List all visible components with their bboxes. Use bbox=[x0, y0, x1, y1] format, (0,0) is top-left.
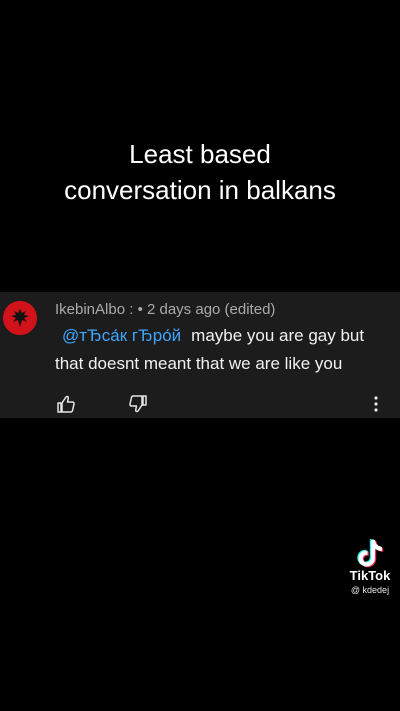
comment-meta: IkebinAlbo : • 2 days ago (edited) bbox=[55, 301, 275, 318]
tiktok-logo-icon bbox=[357, 539, 384, 568]
albanian-eagle-icon bbox=[3, 301, 37, 335]
comment-text-line-2: that doesnt meant that we are like you bbox=[55, 354, 343, 373]
tiktok-handle: @ kdedej bbox=[350, 585, 390, 595]
comment-text-part-1: maybe you are gay but bbox=[191, 326, 365, 345]
dislike-button[interactable] bbox=[128, 394, 148, 414]
caption-text: Least based conversation in balkans bbox=[0, 136, 400, 208]
more-vertical-icon bbox=[374, 396, 378, 412]
avatar[interactable] bbox=[3, 301, 37, 335]
meta-separator: : • bbox=[125, 301, 147, 318]
caption-line-2: conversation in balkans bbox=[64, 175, 336, 205]
comment-author[interactable]: IkebinAlbo bbox=[55, 301, 125, 318]
thumbs-down-icon bbox=[129, 395, 147, 413]
tiktok-brand: TikTok bbox=[349, 568, 391, 583]
like-button[interactable] bbox=[56, 394, 76, 414]
comment-card: IkebinAlbo : • 2 days ago (edited) @тЂса… bbox=[0, 292, 400, 418]
mention-link[interactable]: @тЂса́к гЂро́й bbox=[62, 326, 181, 345]
more-options-button[interactable] bbox=[364, 394, 388, 414]
video-frame: Least based conversation in balkans Ikeb… bbox=[0, 0, 400, 711]
comment-text-line-1: @тЂса́к гЂро́й maybe you are gay but bbox=[62, 326, 364, 346]
caption-line-1: Least based bbox=[129, 139, 271, 169]
tiktok-watermark: TikTok @ kdedej bbox=[340, 538, 400, 595]
thumbs-up-icon bbox=[57, 395, 75, 413]
comment-timestamp: 2 days ago (edited) bbox=[146, 301, 276, 318]
